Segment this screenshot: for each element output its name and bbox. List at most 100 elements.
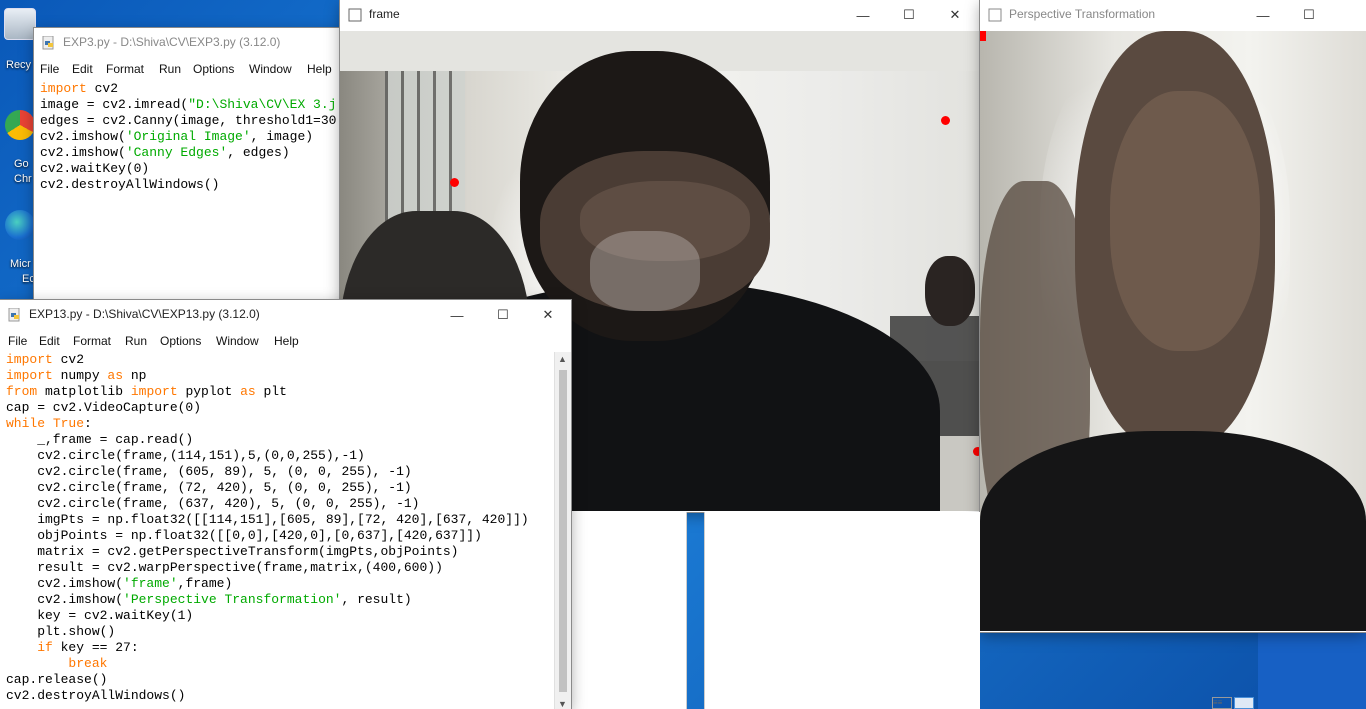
exp3-titlebar[interactable]: EXP3.py - D:\Shiva\CV\EXP3.py (3.12.0) (34, 28, 384, 58)
recycle-bin-icon (4, 8, 36, 40)
code-line[interactable]: cv2.destroyAllWindows() (40, 177, 336, 193)
exp3-title: EXP3.py - D:\Shiva\CV\EXP3.py (3.12.0) (63, 35, 281, 49)
code-line[interactable]: edges = cv2.Canny(image, threshold1=30 (40, 113, 336, 129)
edge-label-2: Ec (22, 273, 35, 285)
code-token: key == 27: (52, 640, 139, 655)
code-token: cap.release() (6, 672, 108, 687)
perspective-window[interactable]: Perspective Transformation — ☐ (980, 0, 1366, 632)
code-line[interactable]: cv2.circle(frame, (637, 420), 5, (0, 0, … (6, 496, 529, 512)
frame-close-button[interactable]: ✕ (932, 0, 978, 30)
code-line[interactable]: plt.show() (6, 624, 529, 640)
exp13-scrollbar[interactable]: ▲ ▼ (554, 352, 571, 709)
code-line[interactable]: import cv2 (40, 81, 336, 97)
code-line[interactable]: objPoints = np.float32([[0,0],[420,0],[0… (6, 528, 529, 544)
code-token: matplotlib (37, 384, 131, 399)
code-line[interactable]: cap.release() (6, 672, 529, 688)
menu-file[interactable]: File (40, 62, 59, 76)
code-line[interactable]: cv2.imshow('frame',frame) (6, 576, 529, 592)
code-token: "D:\Shiva\CV\EX 3.j (188, 97, 337, 112)
menu-run[interactable]: Run (125, 334, 147, 348)
menu-options[interactable]: Options (193, 62, 234, 76)
frame-titlebar[interactable]: frame — ☐ ✕ (340, 0, 981, 30)
code-token: , image) (250, 129, 314, 144)
code-line[interactable]: from matplotlib import pyplot as plt (6, 384, 529, 400)
code-token: as (240, 384, 256, 399)
menu-window[interactable]: Window (216, 334, 259, 348)
menu-format[interactable]: Format (73, 334, 111, 348)
menu-run[interactable]: Run (159, 62, 181, 76)
code-line[interactable]: cv2.imshow('Original Image', image) (40, 129, 336, 145)
code-line[interactable]: cv2.circle(frame,(114,151),5,(0,0,255),-… (6, 448, 529, 464)
scrollbar-thumb[interactable] (559, 370, 567, 692)
menu-file[interactable]: File (8, 334, 27, 348)
exp13-titlebar[interactable]: EXP13.py - D:\Shiva\CV\EXP13.py (3.12.0)… (0, 300, 571, 330)
code-token: import (6, 368, 53, 383)
code-token: cv2.imshow( (40, 129, 126, 144)
scroll-up-icon[interactable]: ▲ (558, 354, 567, 364)
menu-edit[interactable]: Edit (72, 62, 93, 76)
code-token: pyplot (177, 384, 241, 399)
exp13-close-button[interactable]: ✕ (525, 300, 571, 330)
menu-options[interactable]: Options (160, 334, 201, 348)
code-line[interactable]: result = cv2.warpPerspective(frame,matri… (6, 560, 529, 576)
scroll-down-icon[interactable]: ▼ (558, 699, 567, 709)
exp13-maximize-button[interactable]: ☐ (480, 300, 526, 330)
code-token: import (6, 352, 53, 367)
code-token: break (68, 656, 108, 671)
code-line[interactable]: import numpy as np (6, 368, 529, 384)
perspective-minimize-button[interactable]: — (1240, 0, 1286, 30)
code-token: import (40, 81, 87, 96)
frame-minimize-button[interactable]: — (840, 0, 886, 30)
code-token: 'Canny Edges' (125, 145, 228, 160)
menu-help[interactable]: Help (274, 334, 299, 348)
code-token: ,frame) (177, 576, 233, 591)
marker-point (941, 116, 950, 125)
python-file-icon (8, 308, 20, 322)
code-line[interactable]: cv2.circle(frame, (72, 420), 5, (0, 0, 2… (6, 480, 529, 496)
view-toggle-icons[interactable]: ≡≡ (1212, 697, 1256, 709)
perspective-maximize-button[interactable]: ☐ (1286, 0, 1332, 30)
code-line[interactable]: cv2.imshow('Canny Edges', edges) (40, 145, 336, 161)
code-token: 'Original Image' (125, 129, 251, 144)
code-token: image = cv2.imread( (40, 97, 189, 112)
code-line[interactable]: _,frame = cap.read() (6, 432, 529, 448)
exp13-minimize-button[interactable]: — (434, 300, 480, 330)
perspective-titlebar[interactable]: Perspective Transformation — ☐ (980, 0, 1366, 30)
frame-title: frame (369, 7, 400, 21)
frame-maximize-button[interactable]: ☐ (886, 0, 932, 30)
code-line[interactable]: cap = cv2.VideoCapture(0) (6, 400, 529, 416)
code-token: edges = cv2.Canny(image, threshold1=30 (40, 113, 337, 128)
code-token: cv2.circle(frame, (605, 89), 5, (0, 0, 2… (6, 464, 412, 479)
edge-label: Micr (10, 258, 31, 270)
code-line[interactable]: while True: (6, 416, 529, 432)
code-token: cv2.destroyAllWindows() (6, 688, 186, 703)
chrome-label: Go (14, 158, 29, 170)
background-window-area-2 (704, 512, 980, 709)
code-line[interactable]: import cv2 (6, 352, 529, 368)
code-line[interactable]: cv2.imshow('Perspective Transformation',… (6, 592, 529, 608)
menu-edit[interactable]: Edit (39, 334, 60, 348)
code-line[interactable]: if key == 27: (6, 640, 529, 656)
code-line[interactable]: break (6, 656, 529, 672)
perspective-video-image (980, 31, 1366, 631)
code-line[interactable]: image = cv2.imread("D:\Shiva\CV\EX 3.j (40, 97, 336, 113)
code-line[interactable]: cv2.circle(frame, (605, 89), 5, (0, 0, 2… (6, 464, 529, 480)
menu-help[interactable]: Help (307, 62, 332, 76)
code-line[interactable]: matrix = cv2.getPerspectiveTransform(img… (6, 544, 529, 560)
exp13-code-editor[interactable]: import cv2 import numpy as np from matplot… (6, 352, 529, 704)
code-token: matrix = cv2.getPerspectiveTransform(img… (6, 544, 459, 559)
exp3-code-editor[interactable]: import cv2 image = cv2.imread("D:\Shiva\C… (40, 81, 336, 193)
exp3-editor-window[interactable]: EXP3.py - D:\Shiva\CV\EXP3.py (3.12.0) F… (34, 28, 384, 328)
menu-window[interactable]: Window (249, 62, 292, 76)
menu-format[interactable]: Format (106, 62, 144, 76)
code-line[interactable]: imgPts = np.float32([[114,151],[605, 89]… (6, 512, 528, 528)
code-token: cv2.destroyAllWindows() (40, 177, 220, 192)
code-token: cv2.imshow( (6, 576, 124, 591)
exp13-editor-window[interactable]: EXP13.py - D:\Shiva\CV\EXP13.py (3.12.0)… (0, 300, 571, 709)
code-token: numpy (52, 368, 108, 383)
code-token: : (84, 416, 92, 431)
code-line[interactable]: key = cv2.waitKey(1) (6, 608, 529, 624)
code-line[interactable]: cv2.waitKey(0) (40, 161, 336, 177)
code-line[interactable]: cv2.destroyAllWindows() (6, 688, 529, 704)
marker-point (973, 447, 980, 456)
